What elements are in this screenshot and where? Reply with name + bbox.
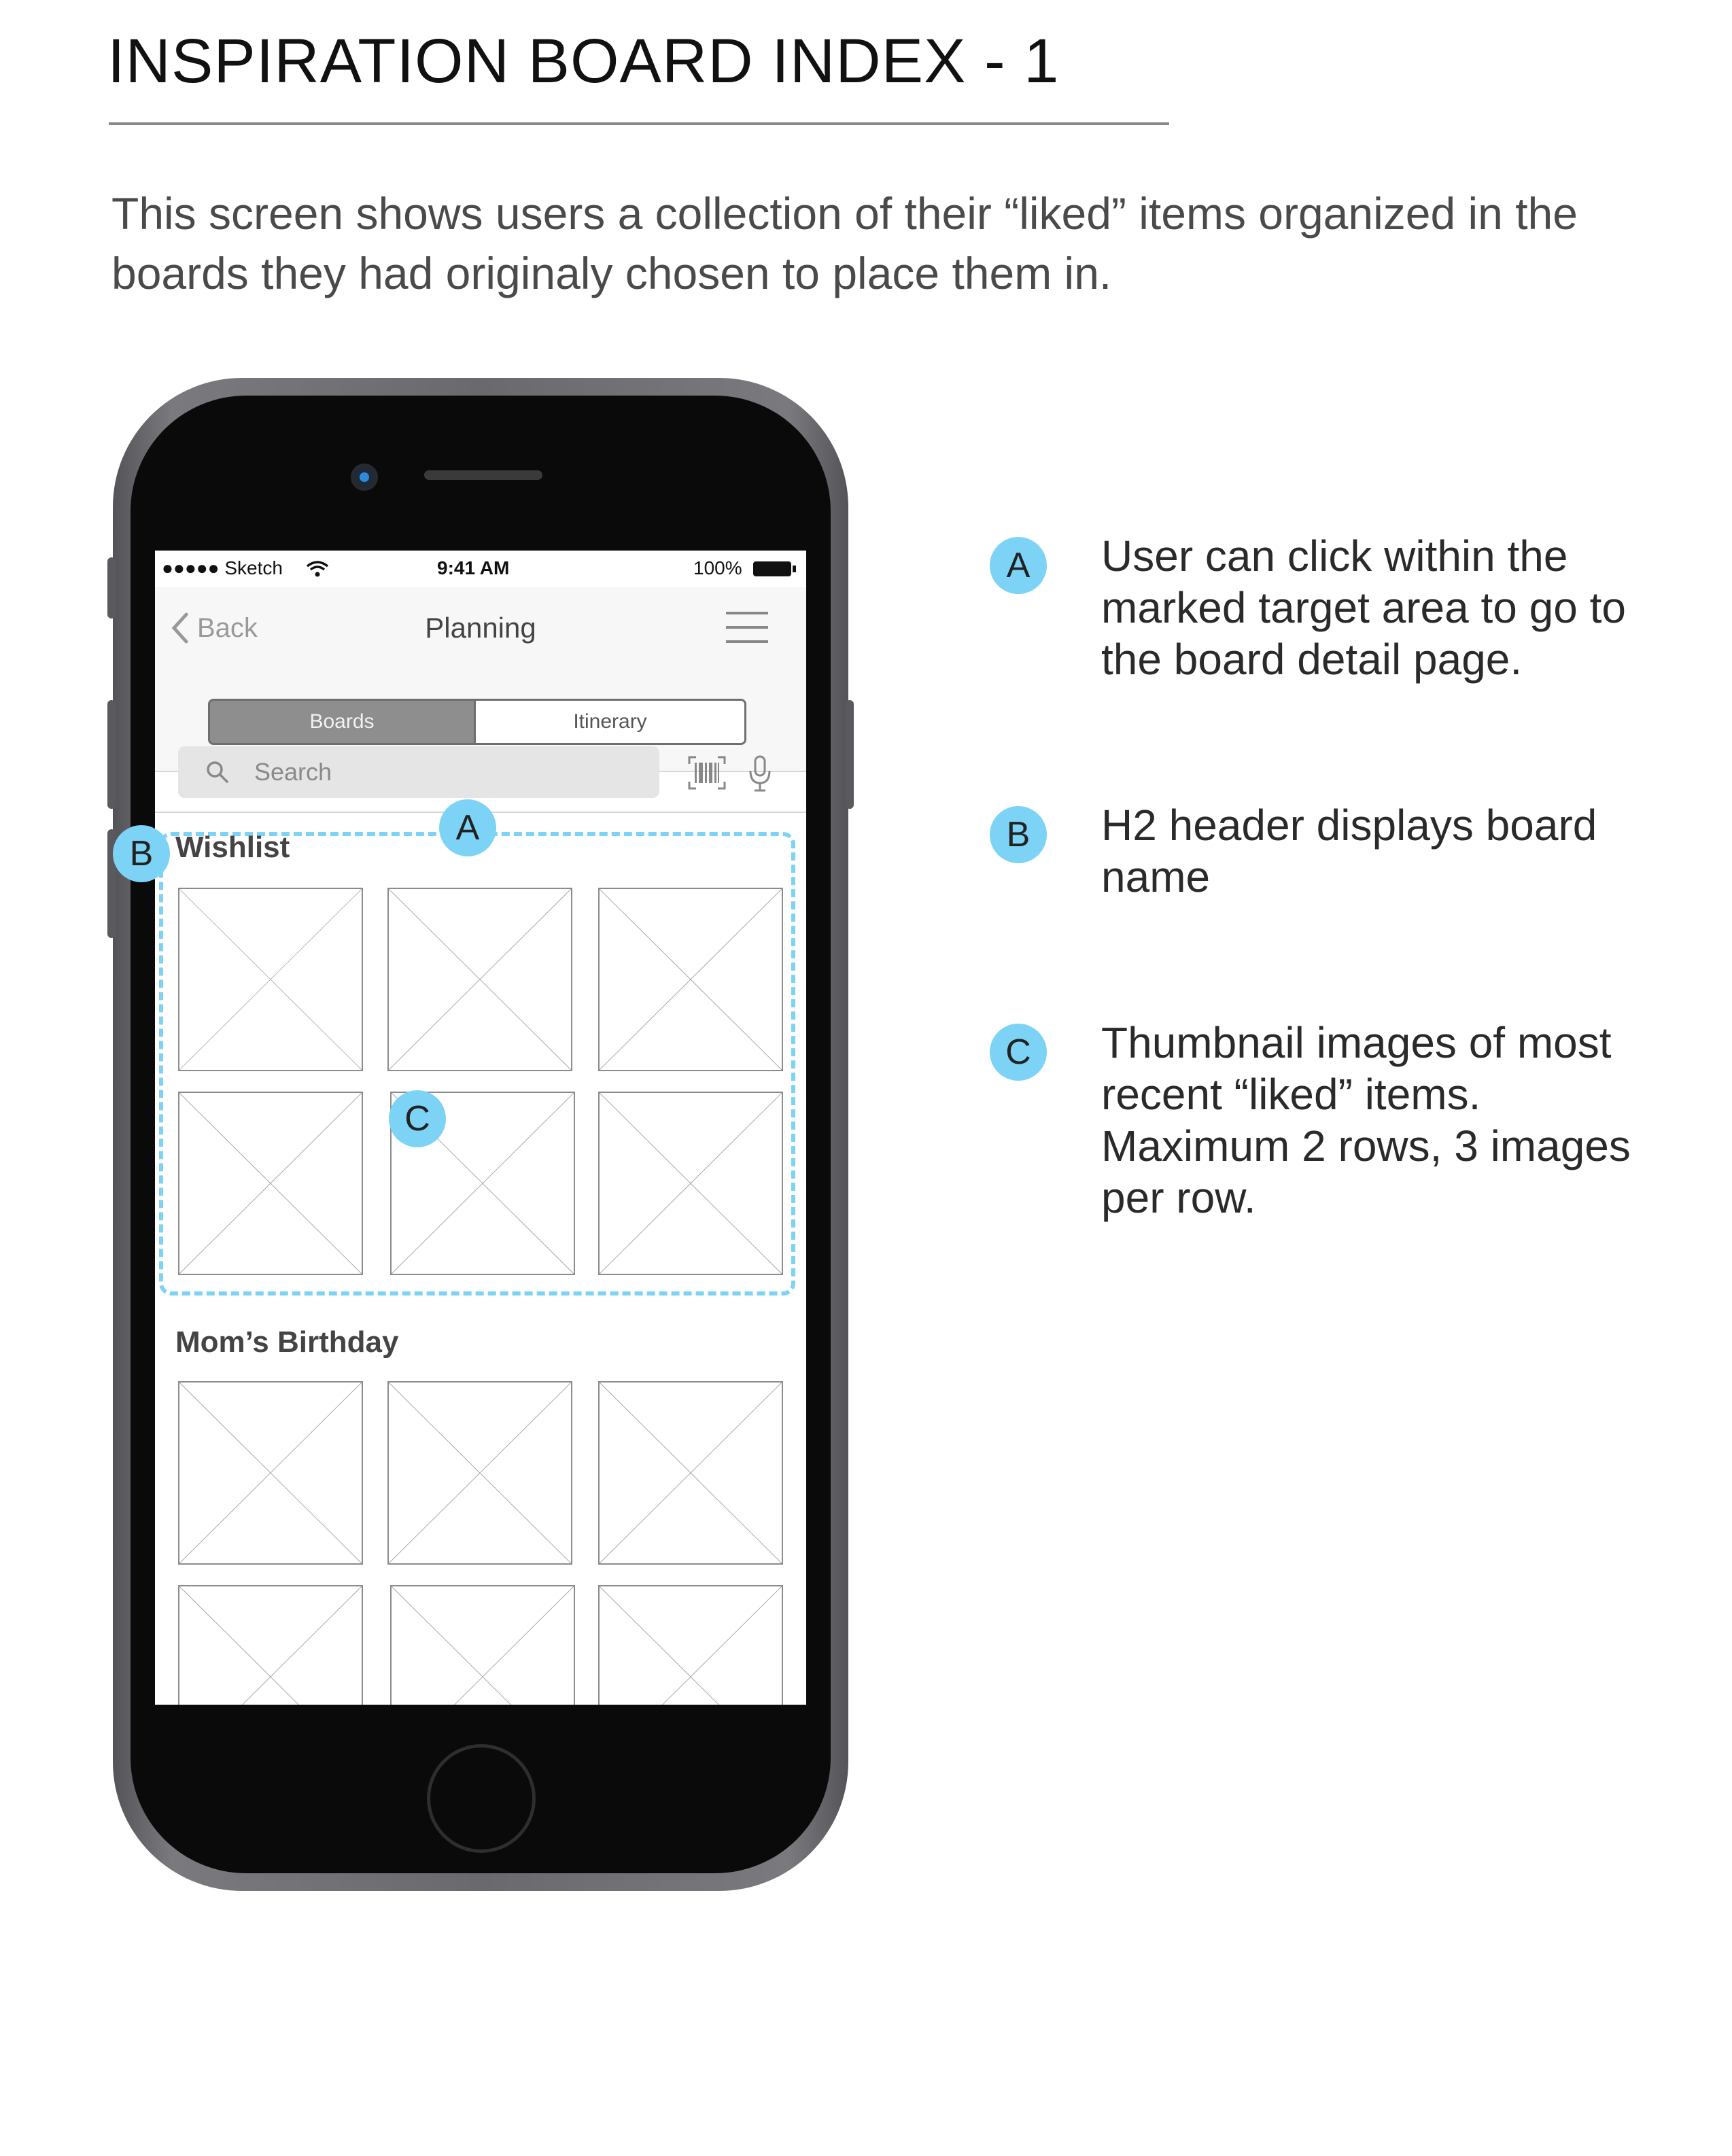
thumbnail-placeholder[interactable] [390,1585,575,1705]
board-title-moms-birthday: Mom’s Birthday [175,1325,399,1359]
thumbnail-placeholder[interactable] [178,888,363,1071]
carrier-label: ●●●●● Sketch [162,557,283,578]
battery-cap [793,566,796,572]
marker-b: B [113,825,170,882]
thumbnail-placeholder[interactable] [598,888,783,1071]
tab-boards[interactable]: Boards [208,699,476,745]
legend-marker-b: B [990,806,1047,863]
thumbnail-placeholder[interactable] [387,1381,572,1565]
battery-label: 100% [693,557,742,578]
hamburger-menu-icon[interactable] [726,609,768,646]
navigation-bar: Back Planning Boards Itinerary [155,587,806,772]
annotation-b-text: H2 header displays board name [1101,801,1597,901]
search-input[interactable]: Search [178,746,659,798]
phone-screen: ●●●●● Sketch 9:41 AM 100% Back Planning … [155,551,806,1705]
search-placeholder: Search [254,758,332,786]
battery-icon [753,561,791,576]
status-bar: ●●●●● Sketch 9:41 AM 100% [155,551,806,587]
marker-c: C [389,1090,446,1147]
annotation-a-text: User can click within the marked target … [1101,532,1626,684]
camera-icon [351,464,378,491]
legend-marker-a: A [990,537,1047,594]
thumbnail-placeholder[interactable] [598,1585,783,1705]
thumbnail-placeholder[interactable] [598,1381,783,1565]
volume-up-button [107,700,116,809]
wifi-icon [306,561,329,577]
nav-title: Planning [425,612,536,644]
intro-text: This screen shows users a collection of … [111,188,1578,298]
thumbnail-placeholder[interactable] [178,1585,363,1705]
home-button[interactable] [427,1744,536,1853]
tab-itinerary[interactable]: Itinerary [476,699,746,745]
speaker-grille [424,470,542,480]
thumbnail-placeholder[interactable] [178,1381,363,1565]
annotation-c-text: Thumbnail images of most recent “liked” … [1101,1018,1631,1222]
legend-marker-c: C [990,1024,1047,1081]
mute-switch [107,557,116,619]
title-divider [109,122,1169,125]
thumbnail-placeholder[interactable] [387,888,572,1071]
microphone-icon[interactable] [748,754,772,793]
power-button [846,700,854,809]
marker-a: A [439,799,496,856]
thumbnail-placeholder[interactable] [598,1092,783,1275]
barcode-scan-icon[interactable] [688,756,726,790]
search-icon [207,761,228,783]
page-title: INSPIRATION BOARD INDEX - 1 [107,27,1060,96]
board-title-wishlist: Wishlist [175,831,290,864]
status-time: 9:41 AM [437,557,510,578]
thumbnail-placeholder[interactable] [178,1092,363,1275]
